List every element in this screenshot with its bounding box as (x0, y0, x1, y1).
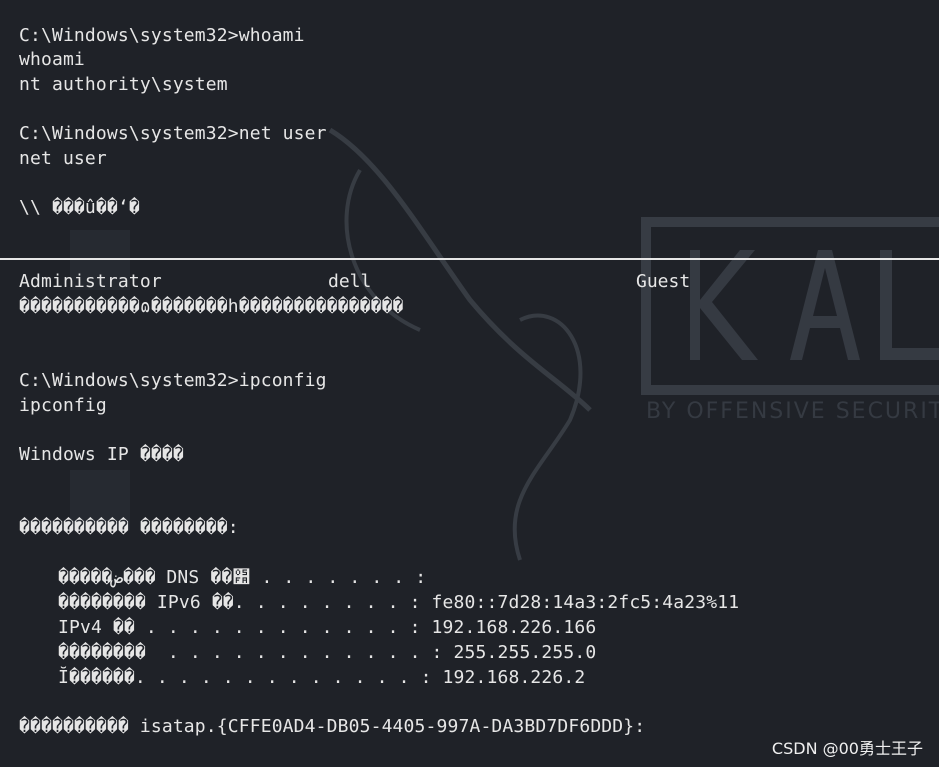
echo-ipconfig: ipconfig (19, 395, 107, 416)
user-account-admin: Administrator (19, 271, 162, 292)
terminal-window[interactable]: BY OFFENSIVE SECURITY C:\Windows\system3… (0, 0, 939, 767)
echo-whoami: whoami (19, 49, 85, 70)
default-gateway-line: Ĭ������. . . . . . . . . . . . . : 192.1… (58, 667, 586, 688)
subnet-mask-line: �������� . . . . . . . . . . . . : 255.2… (58, 642, 597, 663)
echo-net-user: net user (19, 148, 107, 169)
ethernet-adapter-header: ���������� ��������: (19, 517, 239, 538)
prompt-ipconfig: C:\Windows\system32>ipconfig (19, 370, 327, 391)
csdn-watermark: CSDN @00勇士王子 (771, 739, 923, 758)
ipv4-address-line: IPv4 �� . . . . . . . . . . . . : 192.16… (58, 617, 597, 638)
prompt-whoami: C:\Windows\system32>whoami (19, 25, 305, 46)
user-account-dell: dell (328, 271, 372, 292)
output-user: nt authority\system (19, 74, 228, 95)
separator-rule (0, 258, 939, 260)
prompt-net-user: C:\Windows\system32>net user (19, 123, 327, 144)
ipv6-address-line: �������� IPv6 ��. . . . . . . . : fe80::… (58, 592, 740, 613)
windows-ip-config-title: Windows IP ���� (19, 444, 184, 465)
net-user-header: \\ ���û��ʻ� (19, 197, 140, 218)
dns-suffix-line: �����ض��� DNS ��׺ . . . . . . . : (58, 567, 427, 588)
command-completed-message: �����������ɷ�������h��������������� (19, 296, 404, 317)
svg-text:BY OFFENSIVE SECURITY: BY OFFENSIVE SECURITY (646, 399, 939, 424)
user-account-guest: Guest (636, 271, 691, 292)
isatap-adapter-header: ���������� isatap.{CFFE0AD4-DB05-4405-99… (19, 716, 646, 737)
